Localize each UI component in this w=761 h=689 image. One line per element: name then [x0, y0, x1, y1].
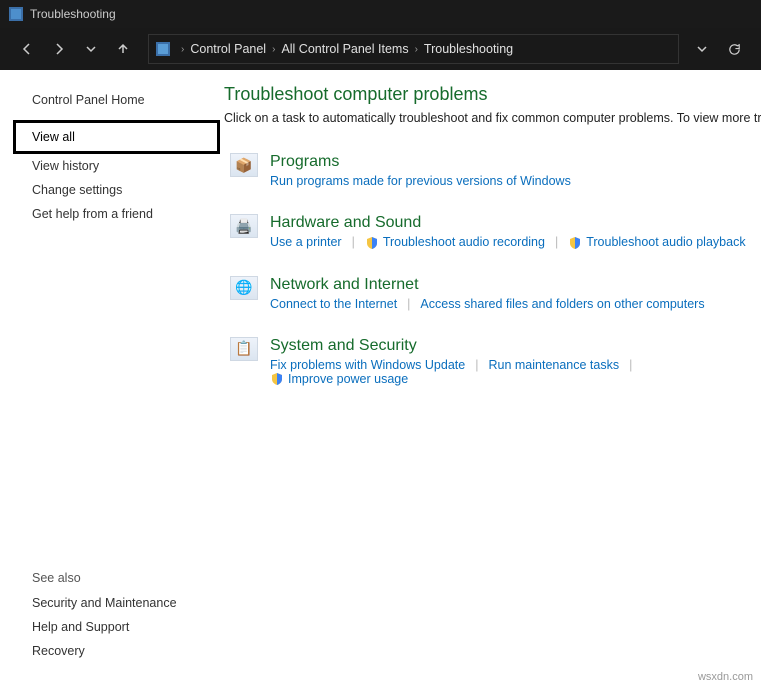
divider: | [629, 358, 632, 372]
chevron-right-icon: › [181, 44, 184, 55]
sidebar-link-get-help[interactable]: Get help from a friend [28, 202, 214, 226]
content-area: Control Panel Home View all View history… [0, 70, 761, 689]
troubleshooter-row: Run programs made for previous versions … [270, 174, 761, 188]
divider: | [555, 235, 558, 249]
breadcrumb-item[interactable]: All Control Panel Items [281, 42, 408, 56]
category-title[interactable]: Network and Internet [270, 276, 761, 294]
troubleshooter-link[interactable]: Use a printer [270, 235, 342, 249]
navbar: › Control Panel › All Control Panel Item… [0, 28, 761, 70]
control-panel-home-link[interactable]: Control Panel Home [28, 88, 214, 112]
breadcrumb-item[interactable]: Control Panel [190, 42, 266, 56]
troubleshooter-link[interactable]: Improve power usage [270, 372, 408, 387]
main-panel: Troubleshoot computer problems Click on … [220, 70, 761, 689]
page-subtitle: Click on a task to automatically trouble… [224, 111, 761, 125]
breadcrumb-item[interactable]: Troubleshooting [424, 42, 513, 56]
category-hardware and sound: 🖨️ Hardware and Sound Use a printer | Trou… [224, 214, 761, 250]
troubleshooter-row: Use a printer | Troubleshoot audio recordi… [270, 235, 761, 250]
refresh-button[interactable] [719, 34, 749, 64]
shield-icon [270, 372, 284, 386]
troubleshooter-row: Connect to the Internet | Access shared fi… [270, 297, 761, 311]
troubleshooter-link[interactable]: Troubleshoot audio playback [568, 235, 745, 250]
divider: | [352, 235, 355, 249]
chevron-right-icon: › [272, 44, 275, 55]
shield-icon [568, 236, 582, 250]
category-icon: 📋 [230, 337, 258, 361]
category-icon: 🌐 [230, 276, 258, 300]
category-network and internet: 🌐 Network and Internet Connect to the In… [224, 276, 761, 311]
troubleshooter-link[interactable]: Fix problems with Windows Update [270, 358, 465, 372]
troubleshooter-link[interactable]: Run programs made for previous versions … [270, 174, 571, 188]
category-title[interactable]: System and Security [270, 337, 761, 355]
up-button[interactable] [108, 34, 138, 64]
see-also-section: See also Security and Maintenance Help a… [28, 567, 214, 679]
see-also-security[interactable]: Security and Maintenance [28, 591, 214, 615]
recent-dropdown-button[interactable] [76, 34, 106, 64]
category-title[interactable]: Programs [270, 153, 761, 171]
titlebar: Troubleshooting [0, 0, 761, 28]
highlighted-view-all: View all [13, 120, 220, 154]
address-dropdown-button[interactable] [687, 34, 717, 64]
category-system and security: 📋 System and Security Fix problems with … [224, 337, 761, 387]
troubleshooter-link[interactable]: Connect to the Internet [270, 297, 397, 311]
divider: | [407, 297, 410, 311]
sidebar-link-view-all[interactable]: View all [28, 125, 205, 149]
address-bar[interactable]: › Control Panel › All Control Panel Item… [148, 34, 679, 64]
troubleshooter-link[interactable]: Access shared files and folders on other… [420, 297, 704, 311]
page-title: Troubleshoot computer problems [224, 84, 761, 105]
see-also-help[interactable]: Help and Support [28, 615, 214, 639]
troubleshooter-row: Fix problems with Windows Update | Run mai… [270, 358, 761, 387]
app-icon [8, 6, 24, 22]
see-also-recovery[interactable]: Recovery [28, 639, 214, 663]
category-programs: 📦 Programs Run programs made for previou… [224, 153, 761, 188]
sidebar-link-change-settings[interactable]: Change settings [28, 178, 214, 202]
watermark: wsxdn.com [698, 671, 753, 683]
see-also-header: See also [28, 567, 214, 591]
divider: | [475, 358, 478, 372]
category-title[interactable]: Hardware and Sound [270, 214, 761, 232]
back-button[interactable] [12, 34, 42, 64]
sidebar: Control Panel Home View all View history… [0, 70, 220, 689]
troubleshooter-link[interactable]: Troubleshoot audio recording [365, 235, 545, 250]
troubleshooter-link[interactable]: Run maintenance tasks [488, 358, 619, 372]
category-icon: 🖨️ [230, 214, 258, 238]
sidebar-link-view-history[interactable]: View history [28, 154, 214, 178]
address-icon [155, 41, 171, 57]
shield-icon [365, 236, 379, 250]
category-list: 📦 Programs Run programs made for previou… [224, 153, 761, 386]
window-title: Troubleshooting [30, 7, 116, 21]
category-icon: 📦 [230, 153, 258, 177]
forward-button[interactable] [44, 34, 74, 64]
chevron-right-icon: › [415, 44, 418, 55]
